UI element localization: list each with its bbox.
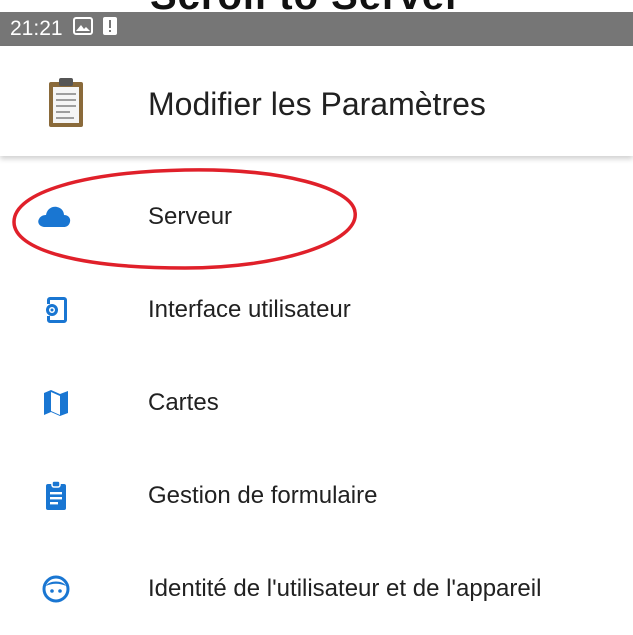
settings-item-maps[interactable]: Cartes [0,356,633,449]
settings-item-label: Serveur [148,202,233,230]
settings-item-label: Identité de l'utilisateur et de l'appare… [148,574,542,602]
settings-item-user-device-identity[interactable]: Identité de l'utilisateur et de l'appare… [0,542,633,635]
top-clipped-text: Scroll to Server [0,0,633,12]
app-bar: Modifier les Paramètres [0,46,633,156]
assignment-icon [40,479,72,512]
settings-list: Serveur Interface utilisateur Cartes Ges… [0,170,633,635]
page-title: Modifier les Paramètres [148,86,486,122]
settings-item-user-interface[interactable]: Interface utilisateur [0,263,633,356]
settings-item-label: Cartes [148,388,219,416]
settings-item-label: Interface utilisateur [148,295,351,323]
alert-icon [102,17,117,41]
status-time: 21:21 [10,17,63,40]
image-icon [72,17,93,41]
settings-item-form-management[interactable]: Gestion de formulaire [0,449,633,542]
face-icon [40,573,72,605]
map-icon [40,387,72,419]
cloud-icon [38,201,72,233]
phone-settings-icon [40,294,72,326]
clipboard-icon [48,78,84,128]
settings-item-label: Gestion de formulaire [148,481,378,509]
settings-item-server[interactable]: Serveur [0,170,633,263]
status-bar: 21:21 [0,12,633,46]
